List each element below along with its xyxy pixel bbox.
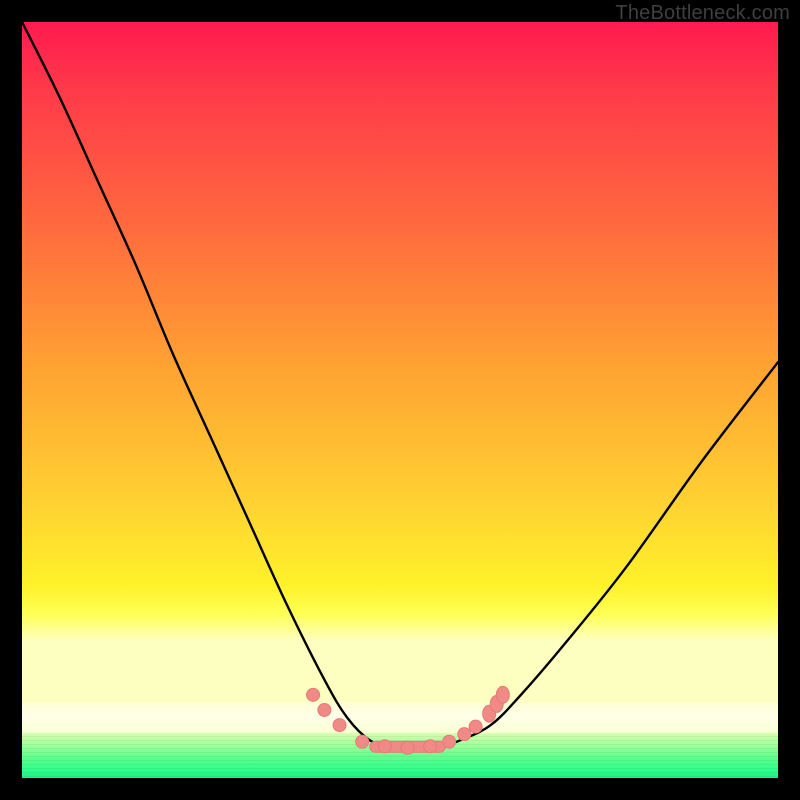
plot-area: [22, 22, 778, 778]
bottleneck-curve-line: [22, 22, 778, 748]
watermark-text: TheBottleneck.com: [615, 2, 790, 25]
curve-marker: [443, 735, 456, 748]
curve-marker: [469, 720, 482, 733]
curve-marker: [401, 741, 414, 754]
chart-frame: TheBottleneck.com: [0, 0, 800, 800]
curve-marker: [378, 740, 391, 753]
curve-marker: [333, 719, 346, 732]
bottleneck-curve-svg: [22, 22, 778, 778]
curve-marker: [318, 703, 331, 716]
curve-marker: [307, 688, 320, 701]
curve-marker: [496, 686, 509, 703]
curve-marker: [424, 740, 437, 753]
curve-marker: [356, 735, 369, 748]
curve-marker: [458, 728, 471, 741]
curve-markers: [307, 686, 510, 754]
